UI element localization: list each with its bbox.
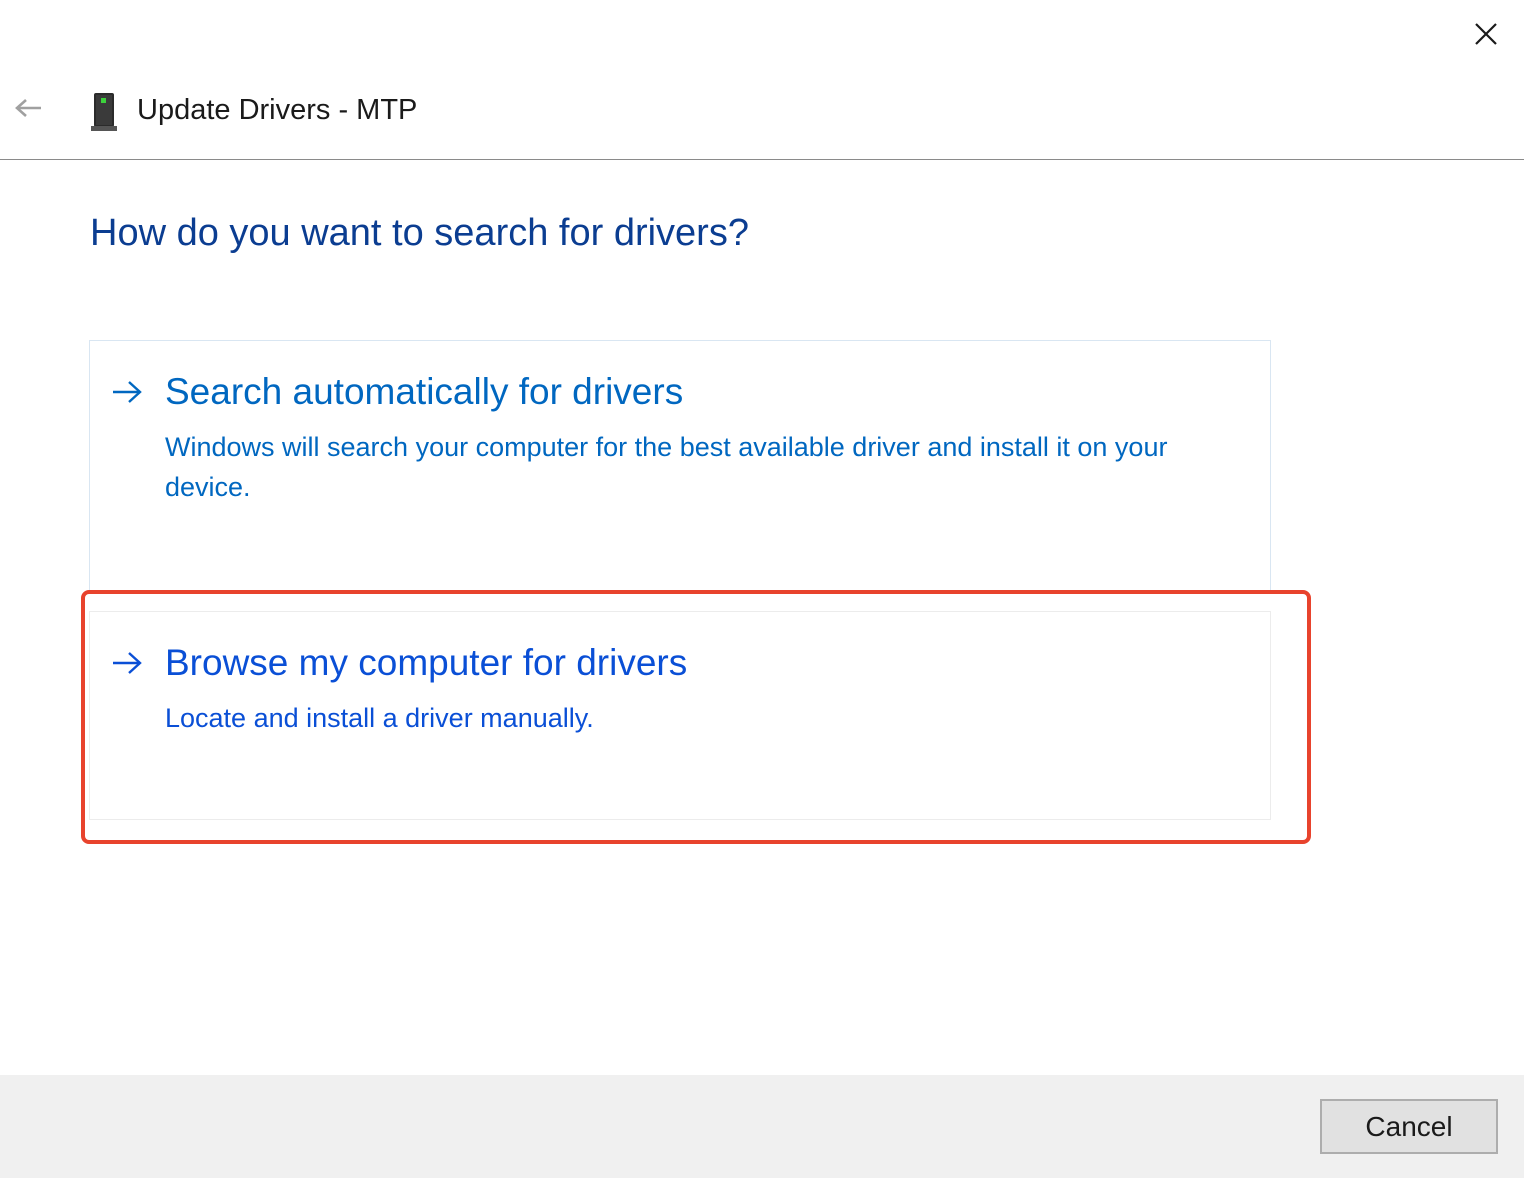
close-button[interactable] — [1466, 14, 1506, 54]
option-title: Browse my computer for drivers — [165, 642, 688, 683]
update-drivers-dialog: Update Drivers - MTP How do you want to … — [0, 0, 1524, 1178]
page-question: How do you want to search for drivers? — [90, 212, 749, 254]
close-icon — [1475, 23, 1497, 45]
phone-device-icon — [91, 93, 117, 131]
browse-computer-option[interactable]: Browse my computer for drivers Locate an… — [89, 611, 1271, 820]
back-button[interactable] — [10, 90, 46, 126]
header-divider — [0, 159, 1524, 160]
dialog-header: Update Drivers - MTP — [0, 80, 1524, 144]
option-description: Windows will search your computer for th… — [165, 432, 1168, 502]
cancel-button[interactable]: Cancel — [1320, 1099, 1498, 1154]
search-automatically-option[interactable]: Search automatically for drivers Windows… — [89, 340, 1271, 592]
dialog-footer: Cancel — [0, 1075, 1524, 1178]
option-title: Search automatically for drivers — [165, 371, 684, 412]
right-arrow-icon — [113, 381, 142, 403]
option-description: Locate and install a driver manually. — [165, 703, 594, 733]
right-arrow-icon — [113, 652, 142, 674]
back-arrow-icon — [15, 99, 41, 117]
dialog-title: Update Drivers - MTP — [137, 94, 418, 126]
